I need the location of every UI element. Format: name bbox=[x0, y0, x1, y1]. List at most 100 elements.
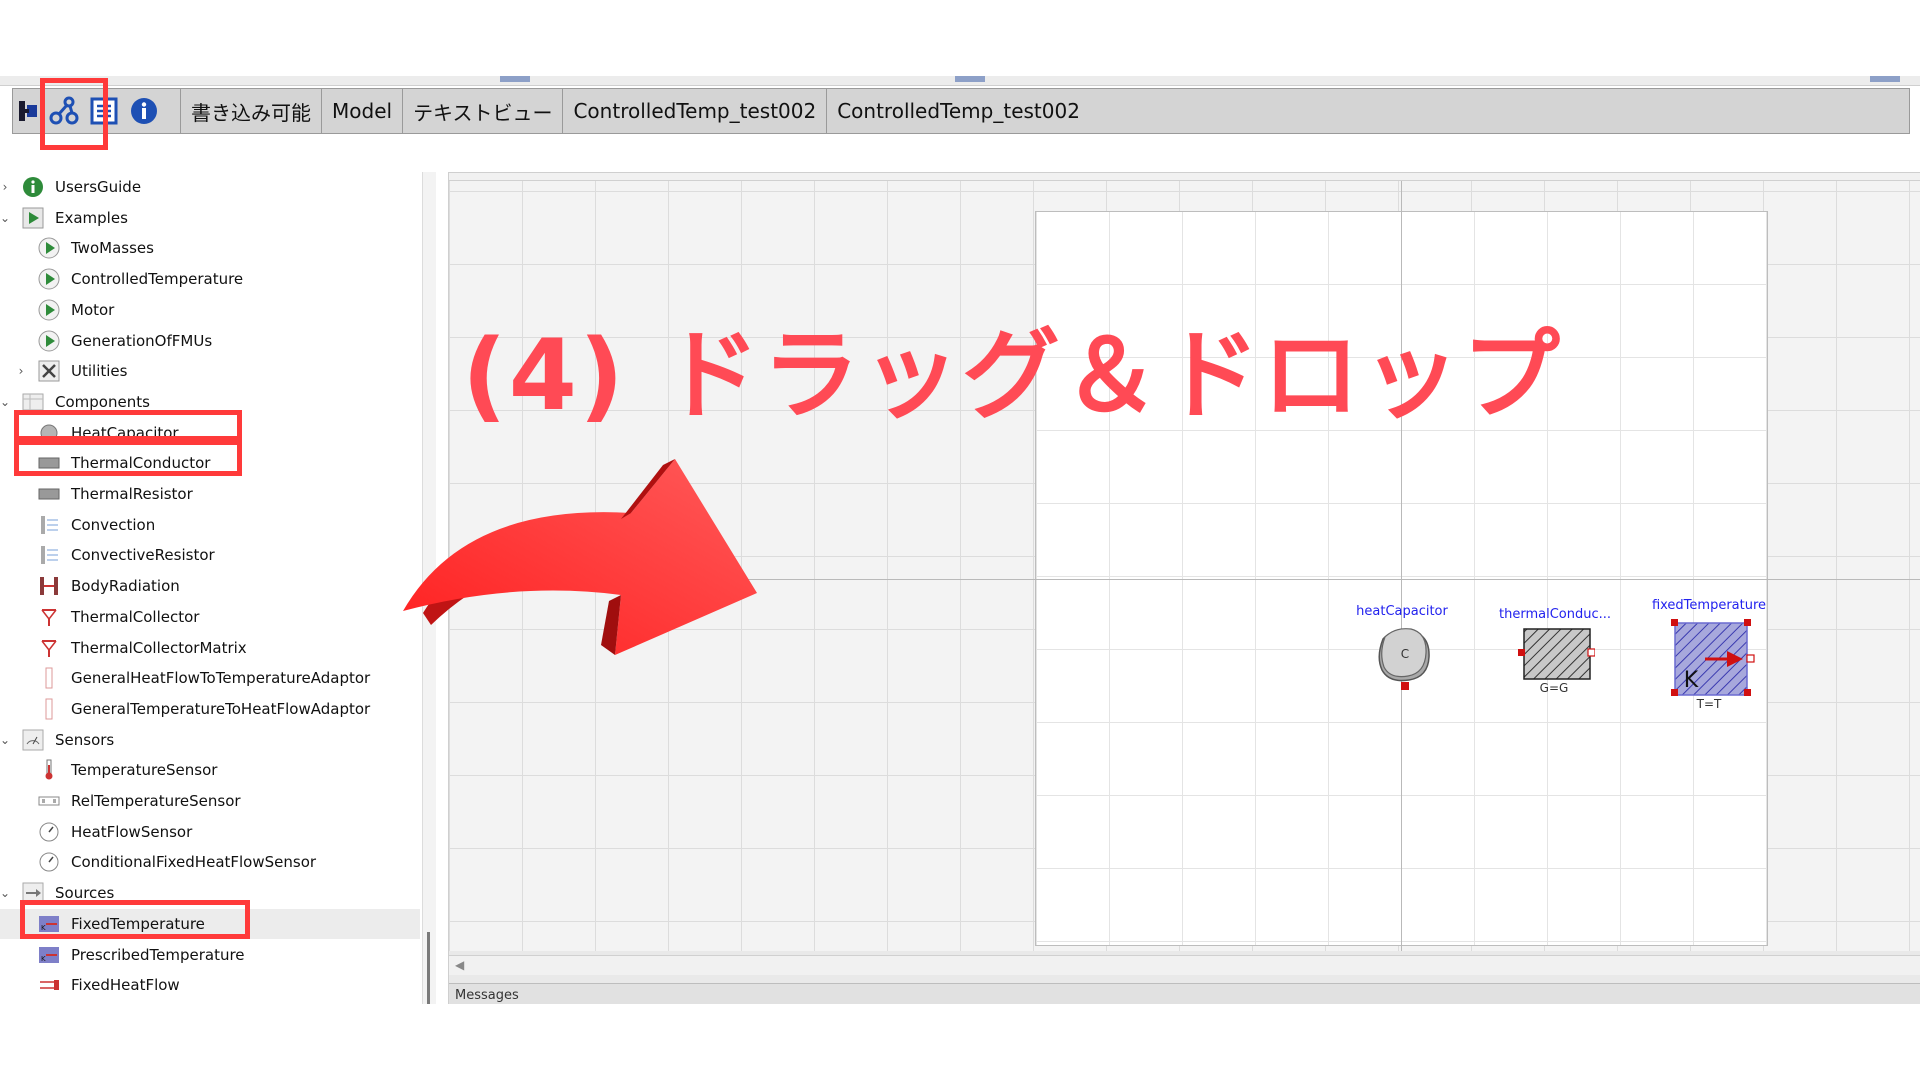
collapse-chevron-icon[interactable]: ⌄ bbox=[0, 886, 12, 900]
tree-item-temperaturesensor[interactable]: TemperatureSensor bbox=[0, 755, 420, 785]
tree-item-generationoffmus[interactable]: GenerationOfFMUs bbox=[0, 326, 420, 356]
heat-capacitor-component[interactable]: C bbox=[1373, 625, 1435, 691]
tree-item-label: TemperatureSensor bbox=[71, 761, 218, 780]
plugin-icon[interactable] bbox=[19, 94, 41, 128]
tree-item-thermalcollector[interactable]: ThermalCollector bbox=[0, 602, 420, 632]
tree-item-label: Motor bbox=[71, 300, 115, 319]
scroll-left-icon[interactable]: ◀ bbox=[455, 958, 464, 972]
tree-item-generalheatflowtotemperatureadaptor[interactable]: GeneralHeatFlowToTemperatureAdaptor bbox=[0, 663, 420, 693]
tree-scrollbar-thumb[interactable] bbox=[427, 932, 430, 1004]
tree-item-sensors[interactable]: ⌄ Sensors bbox=[0, 725, 420, 755]
tree-item-label: ConditionalFixedHeatFlowSensor bbox=[71, 853, 317, 872]
thermal-conductor-param: G=G bbox=[1539, 681, 1569, 695]
adaptor-icon bbox=[38, 698, 60, 720]
tree-item-bodyradiation[interactable]: BodyRadiation bbox=[0, 571, 420, 601]
model-name: ControlledTemp_test002 bbox=[563, 89, 828, 133]
tree-item-label: BodyRadiation bbox=[71, 577, 180, 596]
tree-item-label: UsersGuide bbox=[55, 178, 142, 196]
convection-icon bbox=[38, 514, 60, 536]
tree-item-label: ThermalResistor bbox=[71, 485, 193, 503]
top-toolbar-strip bbox=[0, 76, 1920, 86]
rel-temperature-sensor-icon bbox=[38, 790, 60, 812]
sensors-package-icon bbox=[22, 729, 44, 751]
access-status: 書き込み可能 bbox=[181, 89, 322, 133]
model-path: ControlledTemp_test002 bbox=[837, 99, 1080, 123]
heat-capacitor-symbol: C bbox=[1401, 647, 1409, 661]
canvas-horizontal-scrollbar[interactable]: ◀ bbox=[449, 955, 1920, 975]
tree-item-convectiveresistor[interactable]: ConvectiveResistor bbox=[0, 540, 420, 570]
fixed-temperature-component[interactable]: K bbox=[1669, 617, 1755, 697]
tree-item-utilities[interactable]: › Utilities bbox=[0, 356, 420, 386]
tree-item-label: ThermalCollectorMatrix bbox=[71, 638, 247, 657]
info-circle-icon bbox=[22, 176, 44, 198]
tree-item-label: GenerationOfFMUs bbox=[71, 331, 213, 350]
collapse-chevron-icon[interactable]: ⌄ bbox=[0, 733, 12, 747]
tree-item-label: Examples bbox=[55, 208, 128, 227]
svg-text:K: K bbox=[41, 955, 46, 963]
tree-item-label: ThermalCollector bbox=[71, 607, 200, 626]
tree-item-thermalcollectormatrix[interactable]: ThermalCollectorMatrix bbox=[0, 633, 420, 663]
canvas-ruler bbox=[449, 173, 1920, 181]
gauge-icon bbox=[38, 851, 60, 873]
class-restriction: Model bbox=[322, 89, 404, 133]
play-circle-icon bbox=[38, 330, 60, 352]
collapse-chevron-icon[interactable]: ⌄ bbox=[0, 395, 12, 409]
model-toolbar: 書き込み可能 Model テキストビュー ControlledTemp_test… bbox=[12, 88, 1910, 134]
diagram-view-highlight bbox=[40, 78, 108, 150]
tree-item-label: Convection bbox=[71, 515, 156, 534]
convective-resistor-icon bbox=[38, 544, 60, 566]
toolbar-fragment bbox=[955, 76, 985, 82]
library-browser-tree: › UsersGuide ⌄ Examples TwoMasses ControlledT… bbox=[0, 172, 422, 1004]
play-circle-icon bbox=[38, 299, 60, 321]
tree-item-prescribedtemperature[interactable]: K PrescribedTemperature bbox=[0, 940, 420, 970]
thermal-conductor-component[interactable] bbox=[1517, 627, 1595, 681]
tree-item-conditionalfixedheatflowsensor[interactable]: ConditionalFixedHeatFlowSensor bbox=[0, 847, 420, 877]
tree-item-thermalresistor[interactable]: ThermalResistor bbox=[0, 479, 420, 509]
info-icon[interactable] bbox=[127, 94, 161, 128]
kelvin-symbol: K bbox=[1684, 668, 1699, 693]
tree-item-reltemperaturesensor[interactable]: RelTemperatureSensor bbox=[0, 786, 420, 816]
drag-arrow-icon bbox=[403, 459, 757, 655]
tree-item-fixedheatflow[interactable]: FixedHeatFlow bbox=[0, 970, 420, 1000]
fixed-temperature-highlight bbox=[20, 900, 250, 939]
tree-item-label: Sensors bbox=[55, 730, 115, 749]
expand-chevron-icon[interactable]: › bbox=[14, 364, 28, 378]
tree-item-label: Components bbox=[55, 392, 150, 411]
tree-item-label: HeatFlowSensor bbox=[71, 822, 193, 841]
thermometer-icon bbox=[38, 759, 60, 781]
toolbar-fragment bbox=[500, 76, 530, 82]
tree-item-motor[interactable]: Motor bbox=[0, 295, 420, 325]
tree-item-label: FixedHeatFlow bbox=[71, 976, 180, 995]
tree-item-label: RelTemperatureSensor bbox=[71, 792, 241, 810]
tree-item-usersguide[interactable]: › UsersGuide bbox=[0, 172, 420, 202]
thermal-collector-icon bbox=[38, 606, 60, 628]
fixed-temperature-param: T=T bbox=[1696, 697, 1722, 711]
toolbar-fragment bbox=[1870, 76, 1900, 82]
fixed-heat-flow-icon bbox=[38, 974, 60, 996]
tree-item-label: GeneralHeatFlowToTemperatureAdaptor bbox=[71, 669, 371, 688]
gauge-icon bbox=[38, 821, 60, 843]
tree-item-twomasses[interactable]: TwoMasses bbox=[0, 233, 420, 263]
tree-item-convection[interactable]: Convection bbox=[0, 510, 420, 540]
thermal-resistor-icon bbox=[38, 483, 60, 505]
tree-item-label: ControlledTemperature bbox=[71, 270, 244, 289]
tools-icon bbox=[38, 360, 60, 382]
thermal-conductor-highlight bbox=[14, 440, 242, 476]
tree-item-label: PrescribedTemperature bbox=[71, 945, 245, 964]
view-mode: テキストビュー bbox=[403, 89, 564, 133]
tree-item-label: ConvectiveResistor bbox=[71, 546, 215, 565]
play-icon bbox=[22, 207, 44, 229]
play-circle-icon bbox=[38, 268, 60, 290]
messages-panel-header[interactable]: Messages bbox=[449, 983, 1920, 1004]
prescribed-temperature-icon: K bbox=[38, 944, 60, 966]
tree-item-controlledtemperature[interactable]: ControlledTemperature bbox=[0, 264, 420, 294]
thermal-collector-matrix-icon bbox=[38, 637, 60, 659]
collapse-chevron-icon[interactable]: ⌄ bbox=[0, 211, 12, 225]
expand-chevron-icon[interactable]: › bbox=[0, 180, 12, 194]
tree-item-examples[interactable]: ⌄ Examples bbox=[0, 203, 420, 233]
tree-item-generaltemperaturetoheatflowadaptor[interactable]: GeneralTemperatureToHeatFlowAdaptor bbox=[0, 694, 420, 724]
tree-item-label: TwoMasses bbox=[71, 239, 154, 258]
body-radiation-icon bbox=[38, 575, 60, 597]
tree-item-label: Utilities bbox=[71, 362, 128, 381]
tree-item-heatflowsensor[interactable]: HeatFlowSensor bbox=[0, 817, 420, 847]
